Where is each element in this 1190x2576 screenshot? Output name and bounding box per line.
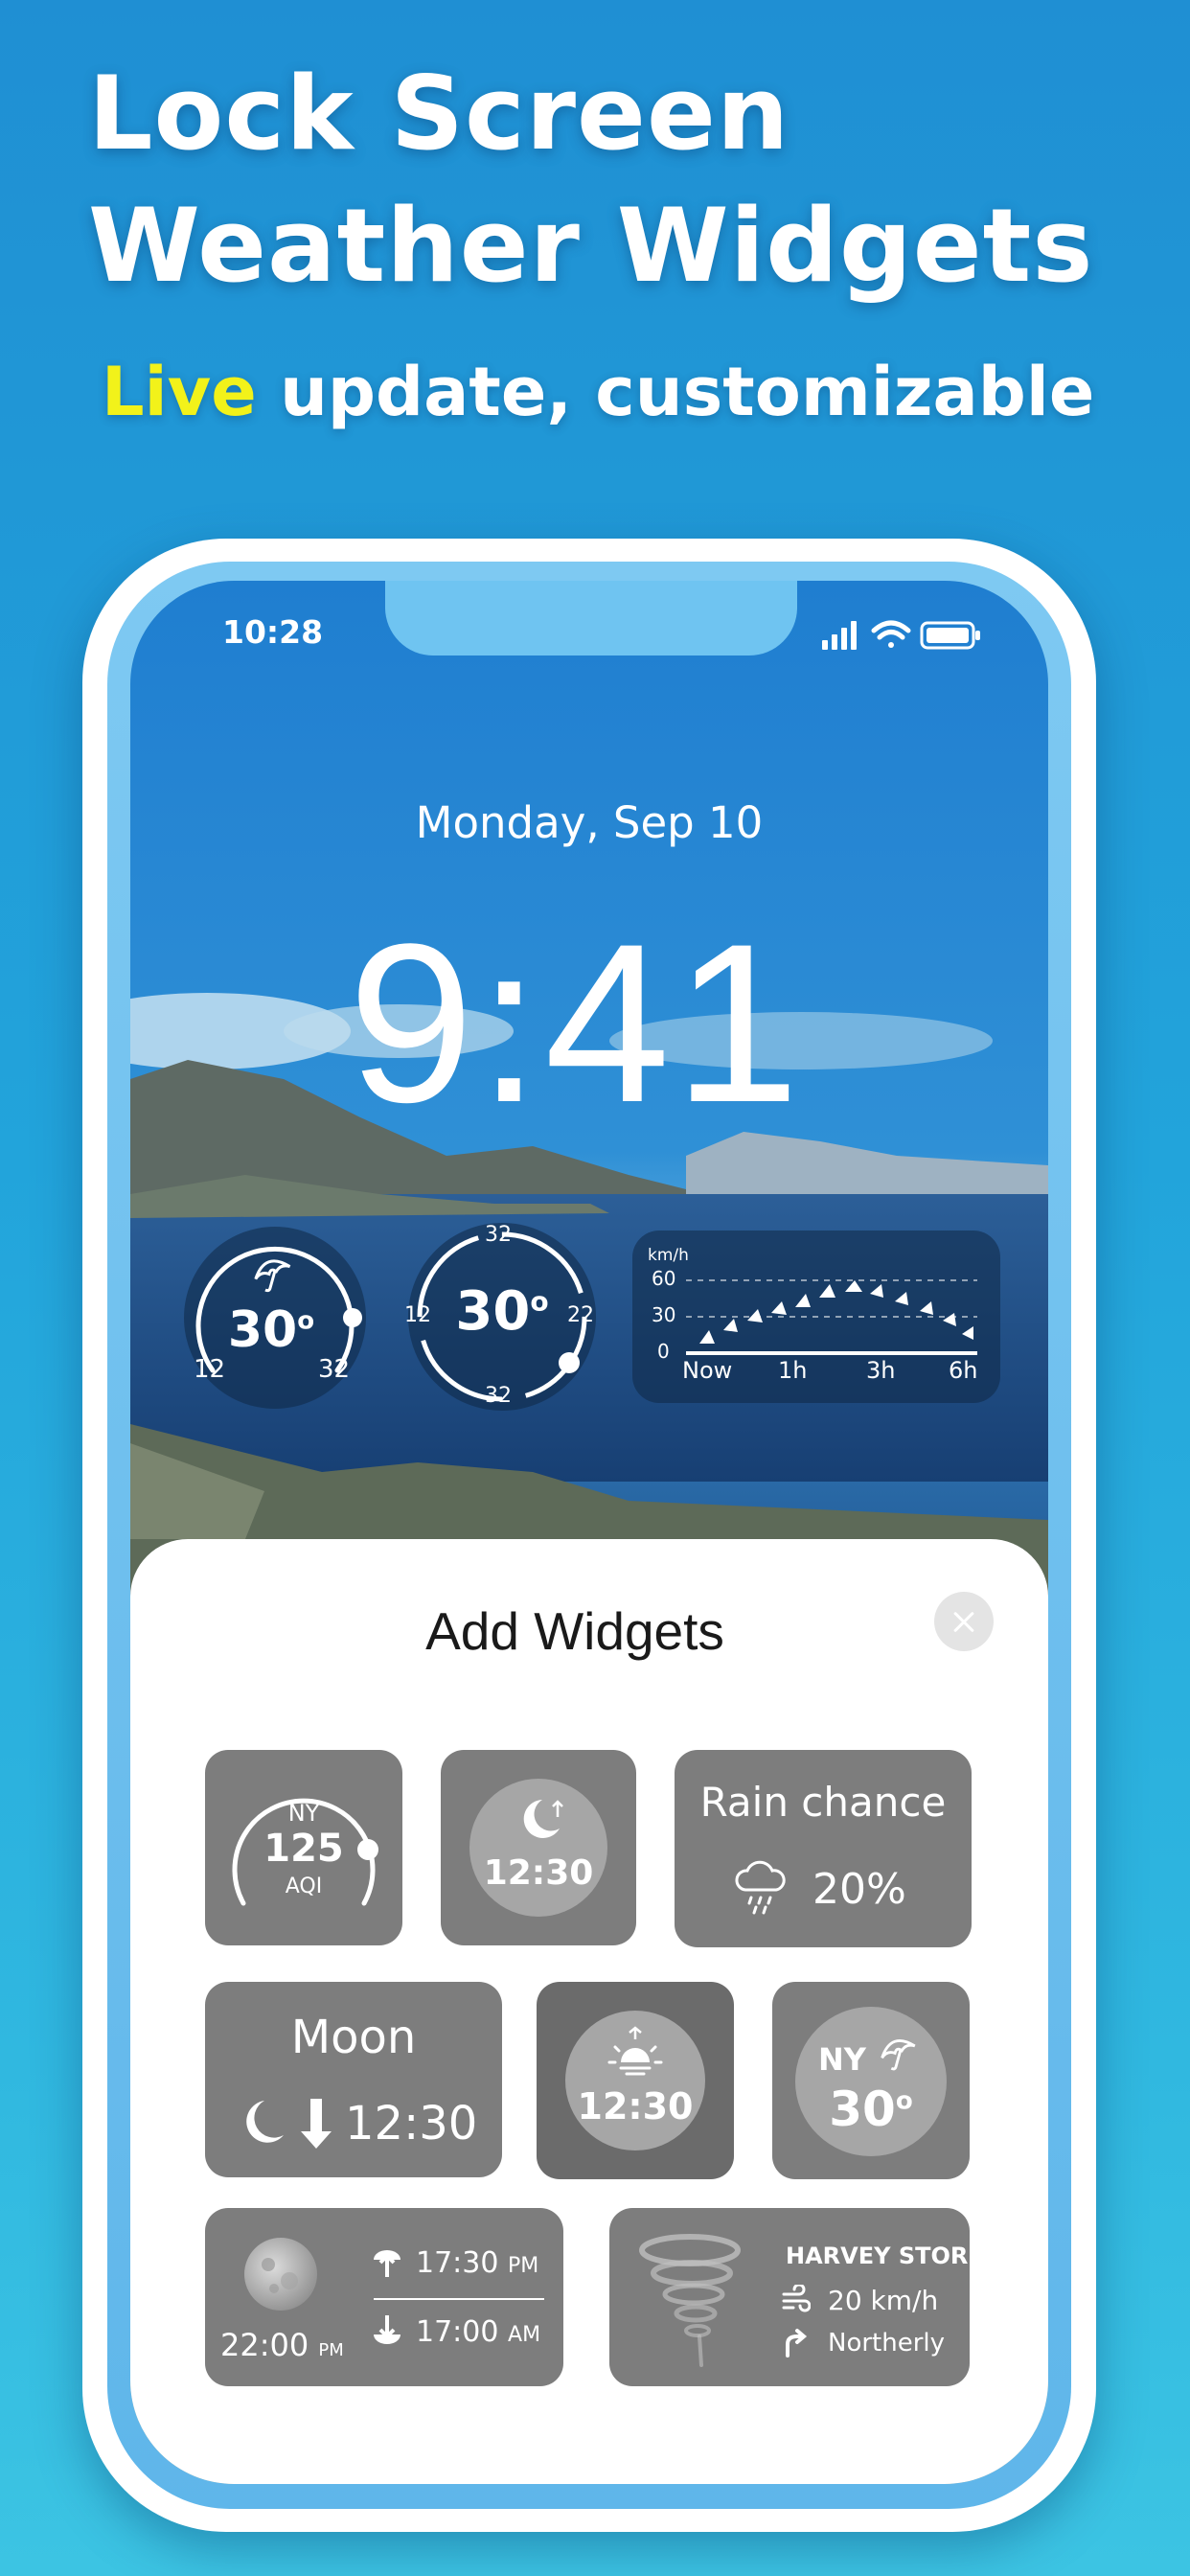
- moon-set-icon: [246, 2099, 332, 2149]
- sheet-title: Add Widgets: [425, 1601, 724, 1661]
- wind-forecast-widget[interactable]: km/h 60 30 0 Now 1h 3h 6h: [632, 1230, 1000, 1403]
- sunrise-icon: [607, 2026, 663, 2076]
- gauge-indicator: [559, 1352, 580, 1373]
- subheadline-rest: update, customizable: [280, 353, 1095, 431]
- moon-phase-time: 22:00: [220, 2327, 309, 2363]
- aqi-value: 125: [263, 1827, 344, 1871]
- wind-x-tick: 1h: [778, 1357, 808, 1384]
- moonset-arrow-icon: [374, 2315, 400, 2344]
- moon-time: 12:30: [345, 2097, 478, 2150]
- gauge2-top: 32: [485, 1223, 512, 1247]
- status-icons: [822, 620, 980, 650]
- rain-chance-widget[interactable]: Rain chance 20%: [675, 1750, 972, 1947]
- gauge1-unit: o: [297, 1306, 315, 1336]
- moon-phase-set-time: 17:00: [416, 2315, 499, 2349]
- sunrise-widget[interactable]: 12:30: [537, 1982, 734, 2179]
- gauge2-bottom: 32: [485, 1384, 512, 1408]
- close-icon[interactable]: [934, 1592, 994, 1651]
- headline-line-2: Weather Widgets: [88, 187, 1094, 305]
- rain-title: Rain chance: [699, 1779, 947, 1826]
- moon-phase-rise-suffix: PM: [508, 2254, 539, 2278]
- wind-x-tick: Now: [682, 1357, 733, 1384]
- subheadline-highlight: Live: [102, 353, 257, 431]
- umbrella-icon: [881, 2039, 916, 2071]
- direction-icon: [786, 2329, 808, 2358]
- moon-widget[interactable]: Moon 12:30: [205, 1982, 502, 2177]
- city-temp-unit: o: [895, 2086, 913, 2116]
- storm-name: HARVEY STORM: [786, 2242, 992, 2269]
- storm-direction: Northerly: [828, 2329, 946, 2358]
- gauge1-temp: 30: [227, 1301, 298, 1359]
- aqi-label: AQI: [285, 1874, 323, 1898]
- storm-widget[interactable]: HARVEY STORM 20 km/h Northerly: [609, 2208, 991, 2386]
- aqi-widget[interactable]: NY 125 AQI: [205, 1750, 402, 1945]
- moon-phase-icon: [244, 2238, 317, 2311]
- gauge1-high: 32: [318, 1355, 351, 1384]
- lock-time: 9:41: [348, 897, 804, 1150]
- headline-line-1: Lock Screen: [88, 55, 790, 172]
- moon-title: Moon: [290, 2011, 417, 2064]
- temperature-gauge-widget[interactable]: 30o 12 32: [184, 1227, 366, 1409]
- subheadline: Live update, customizable: [102, 353, 1094, 431]
- phone-notch: [385, 581, 797, 656]
- umbrella-icon: [254, 1259, 291, 1293]
- tornado-icon: [639, 2234, 741, 2367]
- signal-icon: [822, 621, 857, 650]
- sunrise-time: 12:30: [577, 2085, 694, 2128]
- city-temp-value: 30: [829, 2082, 896, 2137]
- wind-x-tick: 6h: [949, 1357, 978, 1384]
- aqi-city: NY: [287, 1800, 320, 1827]
- battery-icon: [920, 621, 980, 650]
- moonrise-time: 12:30: [483, 1853, 594, 1893]
- moon-phase-set-suffix: AM: [508, 2323, 541, 2347]
- moonrise-arrow-icon: [374, 2250, 400, 2277]
- lock-date: Monday, Sep 10: [415, 797, 764, 848]
- gauge2-unit: o: [530, 1285, 549, 1318]
- city-temp-city: NY: [818, 2041, 866, 2078]
- rain-value: 20%: [812, 1865, 906, 1914]
- moon-phase-rise-time: 17:30: [416, 2246, 499, 2280]
- gauge1-low: 12: [194, 1355, 226, 1384]
- status-time: 10:28: [222, 613, 324, 651]
- moonrise-widget[interactable]: 12:30: [441, 1750, 636, 1945]
- moon-phase-suffix: PM: [318, 2340, 344, 2360]
- gauge2-temp: 30: [455, 1280, 531, 1343]
- moon-icon: [523, 1800, 563, 1838]
- rain-cloud-icon: [735, 1860, 786, 1915]
- headline: Lock Screen Weather Widgets: [88, 48, 1093, 312]
- wind-x-tick: 3h: [866, 1357, 896, 1384]
- wifi-icon: [871, 620, 911, 648]
- storm-speed: 20 km/h: [828, 2285, 939, 2316]
- moon-phase-divider: [374, 2298, 544, 2300]
- temperature-range-widget[interactable]: 32 32 12 22 30o: [404, 1223, 596, 1411]
- city-temp-widget[interactable]: NY 30o: [772, 1982, 970, 2179]
- moon-phase-widget[interactable]: 22:00 PM 17:30 PM 17:00 AM: [205, 2208, 563, 2386]
- wind-icon: [782, 2285, 811, 2312]
